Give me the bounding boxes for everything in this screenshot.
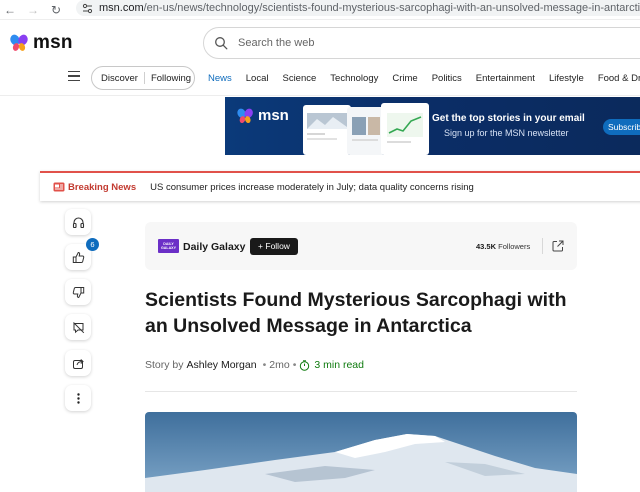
read-time: 3 min read: [314, 359, 364, 371]
thumbs-down-icon: [72, 286, 84, 298]
like-count-badge: 6: [86, 238, 99, 251]
followers-count: 43.5K Followers: [476, 242, 531, 251]
nav-link-science[interactable]: Science: [282, 73, 316, 84]
story-by-label: Story by: [145, 359, 184, 371]
open-external-icon[interactable]: [551, 239, 565, 253]
banner-title: Get the top stories in your email: [432, 113, 585, 124]
comment-off-icon: [72, 321, 84, 333]
publisher-logo[interactable]: DAILY GALAXY: [158, 239, 179, 253]
article-hero-image[interactable]: [145, 412, 577, 492]
msn-butterfly-icon: [237, 108, 253, 123]
comments-off-button[interactable]: [65, 314, 91, 340]
reload-icon[interactable]: ↻: [46, 0, 66, 20]
article-title: Scientists Found Mysterious Sarcophagi w…: [145, 289, 567, 337]
breaking-news-label: Breaking News: [68, 181, 137, 193]
article-byline: Story by Ashley Morgan • 2mo • 3 min rea…: [145, 359, 364, 371]
logo-text: msn: [33, 32, 73, 53]
address-bar[interactable]: msn.com/en-us/news/technology/scientists…: [76, 0, 640, 16]
nav-link-technology[interactable]: Technology: [330, 73, 378, 84]
nav-link-politics[interactable]: Politics: [432, 73, 462, 84]
headphones-icon: [72, 216, 84, 228]
article-age: 2mo: [269, 359, 290, 371]
msn-logo[interactable]: msn: [10, 32, 73, 54]
search-input[interactable]: [238, 37, 618, 49]
tab-discover[interactable]: Discover: [101, 73, 138, 84]
newsletter-banner[interactable]: msn Get the top stories in your email Si…: [225, 97, 640, 155]
newsletter-preview-card: [303, 105, 351, 155]
publisher-name[interactable]: Daily Galaxy: [183, 241, 245, 253]
publisher-divider: [542, 238, 543, 254]
site-settings-icon[interactable]: [82, 2, 93, 14]
nav-link-lifestyle[interactable]: Lifestyle: [549, 73, 584, 84]
browser-toolbar: ← → ↻ msn.com/en-us/news/technology/scie…: [0, 0, 640, 20]
nav-divider: [0, 95, 640, 96]
category-nav: Discover Following News Local Science Te…: [0, 66, 640, 90]
byline-separator: •: [292, 359, 297, 371]
share-button[interactable]: [65, 350, 91, 376]
forward-arrow-icon[interactable]: →: [23, 0, 43, 20]
url-text: msn.com/en-us/news/technology/scientists…: [99, 2, 640, 14]
banner-logo: msn: [237, 107, 289, 124]
search-icon: [215, 37, 228, 50]
back-arrow-icon[interactable]: ←: [0, 0, 20, 20]
share-icon: [72, 358, 84, 369]
author-name[interactable]: Ashley Morgan: [187, 359, 257, 371]
newsletter-preview-card: [347, 107, 385, 155]
newsletter-preview-card: [381, 103, 429, 155]
more-vertical-icon: [76, 392, 80, 404]
nav-link-crime[interactable]: Crime: [392, 73, 417, 84]
byline-separator: •: [262, 359, 267, 371]
breaking-news-bar[interactable]: Breaking News US consumer prices increas…: [40, 171, 640, 201]
breaking-news-icon: [53, 182, 65, 192]
nav-link-news[interactable]: News: [208, 73, 232, 84]
tab-following[interactable]: Following: [151, 73, 191, 84]
feed-toggle: Discover Following: [91, 66, 195, 90]
banner-subtitle: Sign up for the MSN newsletter: [444, 128, 569, 138]
category-links: News Local Science Technology Crime Poli…: [208, 66, 640, 90]
menu-icon[interactable]: [68, 71, 80, 83]
nav-link-entertainment[interactable]: Entertainment: [476, 73, 535, 84]
more-options-button[interactable]: [65, 385, 91, 411]
banner-logo-text: msn: [258, 107, 289, 124]
msn-butterfly-icon: [10, 34, 28, 51]
nav-link-local[interactable]: Local: [246, 73, 269, 84]
pill-divider: [143, 72, 145, 84]
thumbs-up-icon: [72, 251, 84, 263]
breaking-news-headline[interactable]: US consumer prices increase moderately i…: [150, 182, 474, 193]
follow-button[interactable]: + Follow: [250, 238, 298, 255]
listen-button[interactable]: [65, 209, 91, 235]
nav-link-food-drink[interactable]: Food & Drink: [598, 73, 640, 84]
publisher-card: DAILY GALAXY Daily Galaxy + Follow 43.5K…: [145, 222, 577, 270]
search-box[interactable]: [203, 27, 640, 59]
clock-icon: [300, 359, 310, 371]
byline-divider: [145, 391, 577, 392]
subscribe-button[interactable]: Subscribe: [603, 119, 640, 135]
dislike-button[interactable]: [65, 279, 91, 305]
